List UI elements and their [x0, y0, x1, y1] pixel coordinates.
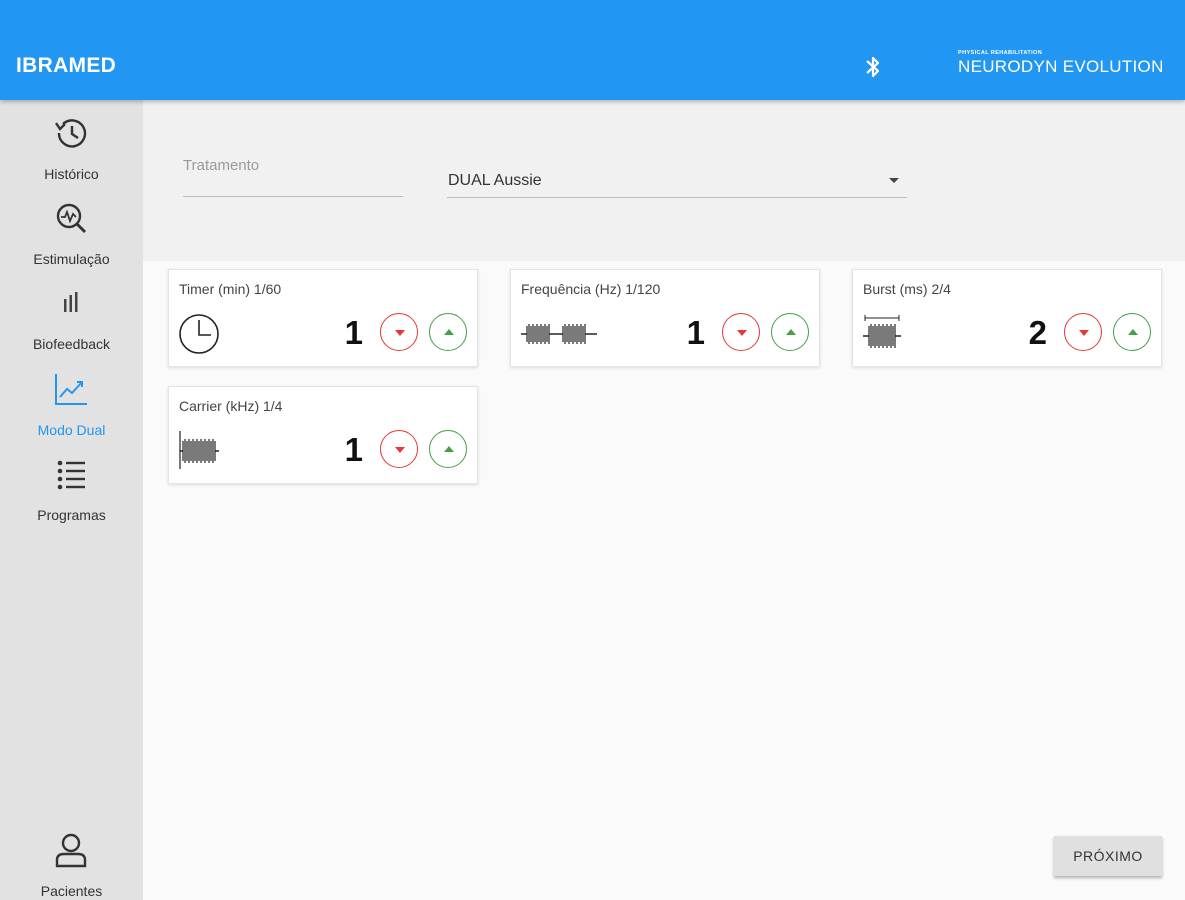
timer-value: 1 — [344, 314, 363, 351]
timer-card: Timer (min) 1/60 1 — [168, 269, 478, 367]
trending-chart-icon — [55, 374, 87, 405]
sidebar-item-estimulacao[interactable]: Estimulação — [0, 199, 143, 279]
brand-tagline: PHYSICAL REHABILITATION — [958, 50, 1043, 56]
carrier-wave-icon — [179, 431, 219, 469]
sidebar-item-pacientes[interactable]: Pacientes — [0, 831, 143, 900]
timer-decrease-button[interactable] — [380, 313, 418, 351]
burst-decrease-button[interactable] — [1064, 313, 1102, 351]
treatment-header: Tratamento DUAL Aussie — [143, 100, 1185, 261]
person-icon — [55, 833, 87, 868]
arrow-down-icon — [737, 330, 747, 336]
program-select[interactable]: DUAL Aussie — [447, 160, 907, 198]
card-label: Frequência (Hz) 1/120 — [521, 281, 661, 297]
select-underline — [447, 197, 907, 198]
arrow-down-icon — [395, 330, 405, 336]
arrow-up-icon — [1128, 329, 1138, 335]
clock-icon — [179, 314, 219, 354]
carrier-card: Carrier (kHz) 1/4 1 — [168, 386, 478, 484]
burst-increase-button[interactable] — [1113, 313, 1151, 351]
sidebar-item-biofeedback[interactable]: Biofeedback — [0, 284, 143, 364]
bar-chart-icon — [64, 292, 78, 312]
brand-logo: PHYSICAL REHABILITATION NEURODYN EVOLUTI… — [958, 50, 1164, 76]
dropdown-arrow-icon — [889, 178, 899, 183]
burst-value: 2 — [1028, 314, 1047, 351]
brand-name: NEURODYN EVOLUTION — [958, 57, 1164, 76]
arrow-up-icon — [444, 446, 454, 452]
sidebar-item-programas[interactable]: Programas — [0, 455, 143, 535]
sidebar: Histórico Estimulação Biofeedback Modo D… — [0, 100, 143, 900]
card-label: Timer (min) 1/60 — [179, 281, 282, 297]
list-icon — [57, 460, 85, 490]
history-icon — [55, 119, 87, 148]
card-label: Burst (ms) 2/4 — [863, 281, 951, 297]
carrier-value: 1 — [344, 431, 363, 468]
tratamento-label: Tratamento — [183, 157, 260, 174]
bluetooth-icon[interactable] — [862, 54, 884, 80]
arrow-down-icon — [395, 447, 405, 453]
timer-increase-button[interactable] — [429, 313, 467, 351]
frequency-value: 1 — [686, 314, 705, 351]
sidebar-item-label: Pacientes — [40, 883, 103, 899]
app-title: IBRAMED — [16, 54, 117, 77]
carrier-decrease-button[interactable] — [380, 430, 418, 468]
sidebar-item-historico[interactable]: Histórico — [0, 114, 143, 194]
arrow-up-icon — [786, 329, 796, 335]
sidebar-item-label: Biofeedback — [32, 336, 111, 352]
burst-card: Burst (ms) 2/4 2 — [852, 269, 1162, 367]
frequency-wave-icon — [521, 324, 597, 344]
stimulation-search-icon — [56, 203, 87, 234]
sidebar-item-label: Histórico — [44, 166, 99, 182]
frequency-increase-button[interactable] — [771, 313, 809, 351]
sidebar-item-label: Modo Dual — [37, 422, 106, 438]
card-label: Carrier (kHz) 1/4 — [179, 398, 283, 414]
carrier-increase-button[interactable] — [429, 430, 467, 468]
burst-wave-icon — [863, 315, 901, 348]
program-select-value: DUAL Aussie — [448, 172, 542, 189]
sidebar-item-label: Programas — [37, 507, 106, 523]
tratamento-input[interactable] — [183, 196, 403, 197]
sidebar-item-label: Estimulação — [33, 251, 110, 267]
frequency-card: Frequência (Hz) 1/120 1 — [510, 269, 820, 367]
next-button[interactable]: PRÓXIMO — [1054, 836, 1162, 876]
arrow-down-icon — [1079, 330, 1089, 336]
app-bar: IBRAMED PHYSICAL REHABILITATION NEURODYN… — [0, 0, 1185, 100]
frequency-decrease-button[interactable] — [722, 313, 760, 351]
arrow-up-icon — [444, 329, 454, 335]
sidebar-item-modo-dual[interactable]: Modo Dual — [0, 370, 143, 450]
